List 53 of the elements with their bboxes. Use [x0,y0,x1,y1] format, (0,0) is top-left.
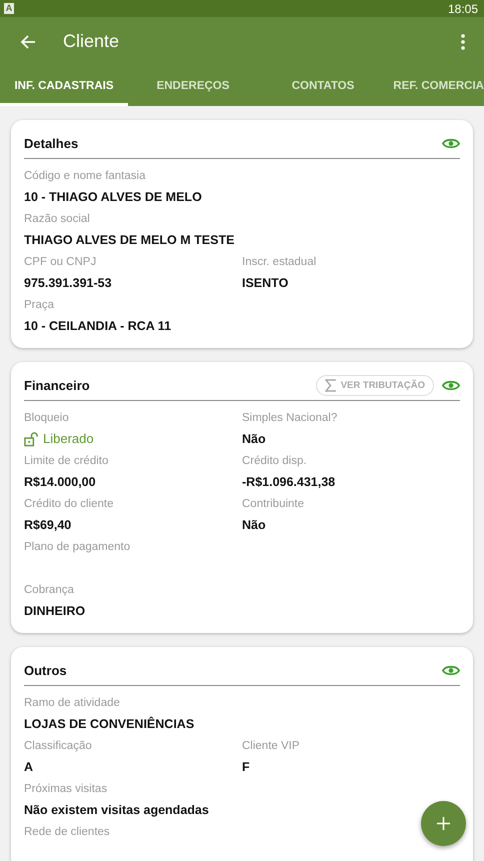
field-label: Cobrança [24,583,75,598]
tax-button[interactable]: VER TRIBUTAÇÃO [316,374,434,396]
back-arrow-icon[interactable] [20,34,36,50]
unlocked-lock-icon [24,432,39,446]
field-label: Rede de clientes [24,825,111,840]
field-value: 10 - CEILANDIA - RCA 11 [24,318,172,335]
field-label: Simples Nacional? [242,411,338,426]
sigma-icon [324,378,336,392]
field-value: ISENTO [242,275,290,292]
field-value: Liberado [43,430,94,448]
field-value: Não existem visitas agendadas [24,802,210,819]
eye-icon[interactable] [442,136,460,150]
tab[interactable]: CONTATOS [258,66,388,106]
field-value: THIAGO ALVES DE MELO M TESTE [24,232,236,249]
plus-icon [437,817,450,830]
tab[interactable]: ENDEREÇOS [128,66,258,106]
field-label: Praça [24,298,56,313]
app-letter-icon: A [4,3,14,14]
field-label: Razão social [24,212,91,227]
field-value: -R$1.096.431,38 [242,474,336,491]
field-label: Código e nome fantasia [24,169,146,184]
field-label: Inscr. estadual [242,255,318,270]
screen-title: Cliente [63,31,120,52]
field-value: Não [242,431,267,448]
status-time: 18:05 [448,2,478,16]
field-label: Cliente VIP [242,739,301,754]
field-label: Limite de crédito [24,454,110,469]
field-label: Classificação [24,739,93,754]
field-value: LOJAS DE CONVENIÊNCIAS [24,716,196,733]
field-value: A [24,759,34,776]
tab[interactable]: REF. COMERCIA [388,66,484,106]
field-value: 10 - THIAGO ALVES DE MELO [24,189,203,206]
more-menu-icon[interactable] [461,34,465,50]
field-value: R$14.000,00 [24,474,97,491]
card-title: Outros [24,662,68,678]
field-label: Bloqueio [24,411,70,426]
field-value: R$69,40 [24,517,72,534]
field-value: DINHEIRO [24,603,86,620]
field-value: F [242,759,251,776]
tab[interactable]: INF. CADASTRAIS [0,66,128,106]
card-title: Financeiro [24,378,91,392]
eye-icon[interactable] [442,378,460,392]
field-label: Plano de pagamento [24,540,132,555]
field-label: Próximas visitas [24,782,108,797]
eye-icon[interactable] [442,664,460,676]
card-title: Detalhes [24,136,80,150]
field-label: CPF ou CNPJ [24,255,98,270]
field-value: 975.391.391-53 [24,275,113,292]
field-label: Contribuinte [242,497,306,512]
field-label: Crédito do cliente [24,497,114,512]
field-value: Não [242,517,267,534]
field-label: Ramo de atividade [24,696,121,711]
field-label: Crédito disp. [242,454,308,469]
